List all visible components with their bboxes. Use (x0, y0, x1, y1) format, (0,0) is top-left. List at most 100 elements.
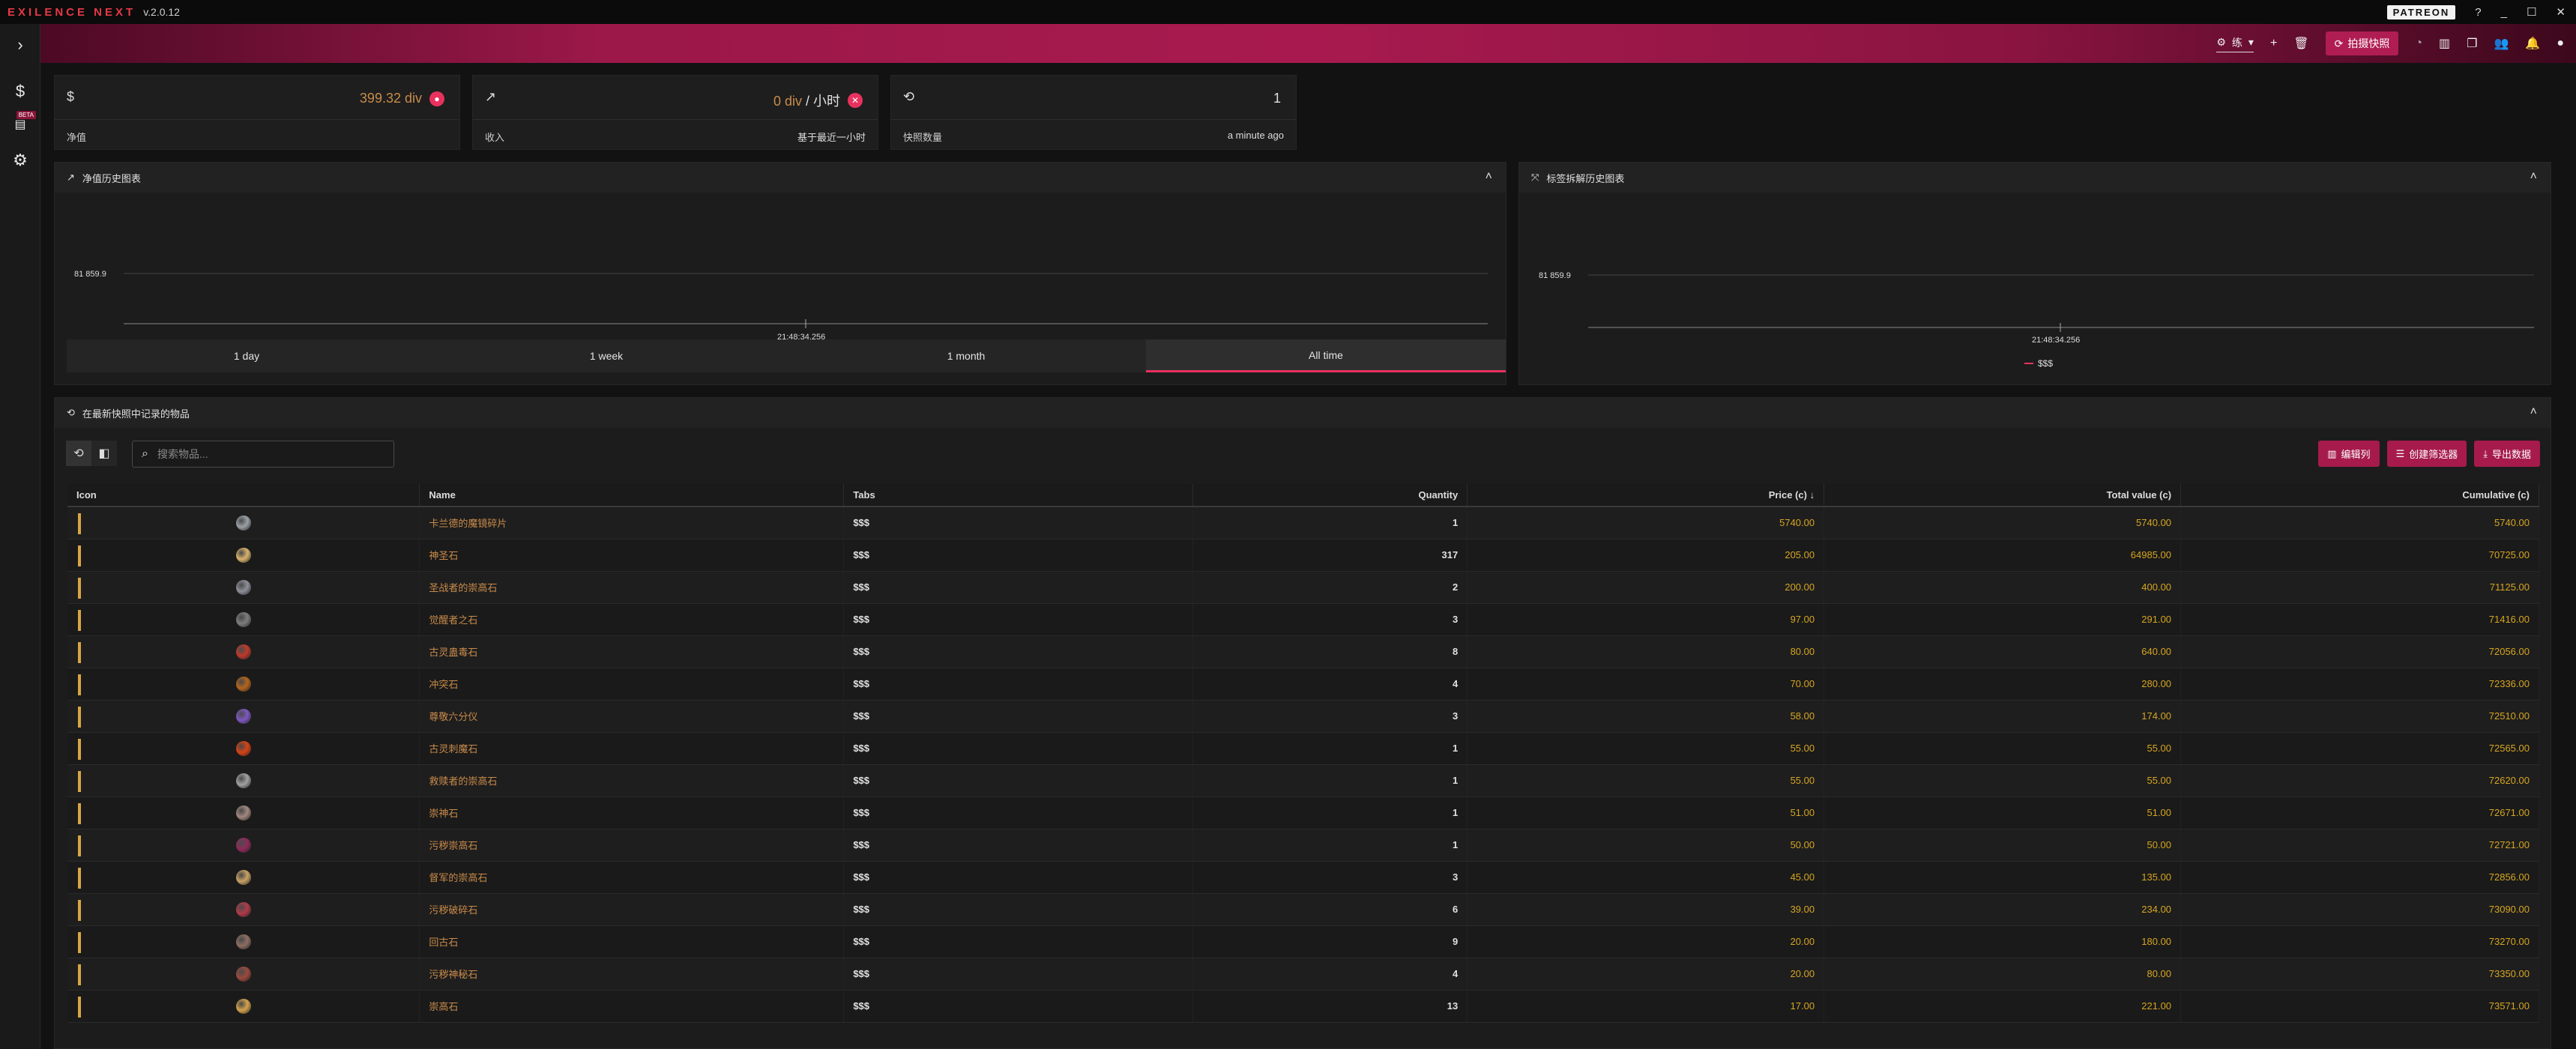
create-filter-button[interactable]: ☰ 创建筛选器 (2386, 441, 2467, 467)
table-row[interactable]: 觉醒者之石 $$$ 3 97.00 291.00 71416.00 (67, 603, 2539, 636)
item-price: 205.00 (1467, 539, 1825, 572)
item-price: 50.00 (1467, 829, 1825, 862)
item-icon-cell (67, 507, 420, 539)
item-tab: $$$ (843, 861, 1194, 894)
column-header-tabs[interactable]: Tabs (843, 484, 1194, 507)
columns-icon: ▥ (2327, 447, 2337, 459)
maximize-icon[interactable]: ☐ (2527, 5, 2536, 19)
item-tab: $$$ (843, 958, 1194, 991)
latest-snapshot-toggle[interactable]: ⟲ (66, 441, 91, 466)
column-header-icon[interactable]: Icon (67, 484, 420, 507)
table-row[interactable]: 污秽神秘石 $$$ 4 20.00 80.00 73350.00 (67, 958, 2539, 991)
item-icon-cell (67, 764, 420, 797)
help-icon[interactable]: ? (2475, 6, 2481, 19)
item-quantity: 3 (1192, 700, 1468, 733)
chevron-up-icon[interactable]: ˄ (1485, 170, 1492, 184)
chevron-up-icon[interactable]: ˄ (2530, 405, 2537, 419)
item-icon-cell (67, 635, 420, 668)
item-quantity: 9 (1192, 925, 1468, 958)
networth-chart-header[interactable]: ↗ 净值历史图表 (55, 163, 1506, 193)
item-cumulative: 72671.00 (2180, 796, 2539, 829)
item-name: 崇高石 (419, 990, 845, 1023)
item-cumulative: 72856.00 (2180, 861, 2539, 894)
app-version: v.2.0.12 (143, 6, 180, 18)
item-total: 180.00 (1824, 925, 2182, 958)
table-row[interactable]: 污秽崇高石 $$$ 1 50.00 50.00 72721.00 (67, 829, 2539, 862)
league-select[interactable]: ⚙ 练 ▾ (2216, 35, 2254, 52)
item-name: 污秽崇高石 (419, 829, 845, 862)
grid-icon: ▤ (14, 118, 26, 131)
search-input[interactable] (157, 448, 375, 460)
group-icon[interactable]: 👥 (2494, 36, 2509, 51)
item-quantity: 3 (1192, 603, 1468, 636)
close-circle-icon[interactable]: ✕ (848, 93, 863, 108)
column-header-cumulative[interactable]: Cumulative (c) (2180, 484, 2539, 507)
column-header-name[interactable]: Name (419, 484, 845, 507)
table-row[interactable]: 崇高石 $$$ 13 17.00 221.00 73571.00 (67, 990, 2539, 1023)
card-divider (891, 119, 1296, 120)
edit-columns-button[interactable]: ▥ 编辑列 (2318, 441, 2380, 467)
notifications-icon[interactable]: 🔔 (2525, 36, 2540, 51)
range-1-week[interactable]: 1 week (426, 339, 786, 372)
copy-icon[interactable]: ❐ (2467, 36, 2477, 51)
table-row[interactable]: 救赎者的崇高石 $$$ 1 55.00 55.00 72620.00 (67, 764, 2539, 797)
column-header-price[interactable]: Price (c) ↓ (1467, 484, 1825, 507)
item-icon-cell (67, 732, 420, 765)
table-row[interactable]: 圣战者的崇高石 $$$ 2 200.00 400.00 71125.00 (67, 571, 2539, 604)
dollar-icon: $ (15, 82, 25, 100)
table-row[interactable]: 古灵蛊毒石 $$$ 8 80.00 640.00 72056.00 (67, 635, 2539, 668)
range-all-time[interactable]: All time (1146, 339, 1506, 372)
snapshot-count-wrap: 1 (1273, 91, 1281, 106)
account-icon[interactable]: ● (2557, 37, 2564, 50)
timer-icon[interactable]: ◔ (2415, 37, 2422, 50)
patreon-button[interactable]: PATREON (2386, 4, 2456, 19)
range-1-month[interactable]: 1 month (786, 339, 1146, 372)
export-data-button[interactable]: ⤓ 导出数据 (2474, 441, 2540, 467)
tab-chart-header[interactable]: ⤧ 标签拆解历史图表 (1519, 163, 2551, 193)
tab-chart: 81 859.9 21:48:34.256 $$$ (1539, 271, 2534, 369)
item-total: 640.00 (1824, 635, 2182, 668)
table-row[interactable]: 回古石 $$$ 9 20.00 180.00 73270.00 (67, 925, 2539, 958)
item-price: 70.00 (1467, 668, 1825, 701)
table-row[interactable]: 古灵刺魔石 $$$ 1 55.00 55.00 72565.00 (67, 732, 2539, 765)
table-row[interactable]: 尊敬六分仪 $$$ 3 58.00 174.00 72510.00 (67, 700, 2539, 733)
expand-sidebar-button[interactable]: › (0, 24, 40, 66)
trash-icon[interactable]: 🗑 (2293, 36, 2308, 51)
tab-chart-title: 标签拆解历史图表 (1546, 172, 1625, 184)
sidebar-item-settings[interactable]: ⚙ (0, 139, 40, 181)
item-tab: $$$ (843, 507, 1194, 539)
add-icon[interactable]: + (2270, 37, 2277, 50)
table-row[interactable]: 冲突石 $$$ 4 70.00 280.00 72336.00 (67, 668, 2539, 701)
item-icon (235, 708, 251, 724)
minimize-icon[interactable]: _ (2501, 6, 2507, 19)
column-header-quantity[interactable]: Quantity (1192, 484, 1468, 507)
item-name: 古灵蛊毒石 (419, 635, 845, 668)
item-name: 圣战者的崇高石 (419, 571, 845, 604)
snapshot-button[interactable]: ⟳ 拍摄快照 (2325, 31, 2399, 55)
table-row[interactable]: 卡兰德的魔镜碎片 $$$ 1 5740.00 5740.00 5740.00 (67, 507, 2539, 539)
chart-y-label: 81 859.9 (74, 270, 106, 279)
compare-toggle[interactable]: ◧ (91, 441, 117, 466)
items-panel-header[interactable]: ⟲ 在最新快照中记录的物品 (55, 398, 2551, 428)
table-row[interactable]: 污秽破碎石 $$$ 6 39.00 234.00 73090.00 (67, 893, 2539, 926)
table-row[interactable]: 督军的崇高石 $$$ 3 45.00 135.00 72856.00 (67, 861, 2539, 894)
item-price: 58.00 (1467, 700, 1825, 733)
close-icon[interactable]: ✕ (2556, 5, 2566, 19)
item-quantity: 1 (1192, 764, 1468, 797)
item-tab: $$$ (843, 571, 1194, 604)
sidebar: › $ ▤ BETA ⚙ (0, 24, 40, 1049)
items-panel-title: 在最新快照中记录的物品 (82, 408, 190, 420)
networth-label: 净值 (67, 132, 87, 143)
chevron-up-icon[interactable]: ˄ (2530, 170, 2537, 184)
table-row[interactable]: 神圣石 $$$ 317 205.00 64985.00 70725.00 (67, 539, 2539, 572)
filter-icon[interactable]: ▥ (2439, 36, 2450, 51)
item-price: 5740.00 (1467, 507, 1825, 539)
top-bar: ⚙ 练 ▾ + 🗑 ⟳ 拍摄快照 ◔ ▥ ❐ 👥 🔔 ● (40, 24, 2576, 63)
snapshot-label: 拍摄快照 (2347, 37, 2390, 49)
column-header-total[interactable]: Total value (c) (1824, 484, 2182, 507)
table-row[interactable]: 崇神石 $$$ 1 51.00 51.00 72671.00 (67, 796, 2539, 829)
item-total: 174.00 (1824, 700, 2182, 733)
range-1-day[interactable]: 1 day (67, 339, 426, 372)
item-search[interactable]: ⌕ (132, 441, 394, 468)
item-quantity: 8 (1192, 635, 1468, 668)
